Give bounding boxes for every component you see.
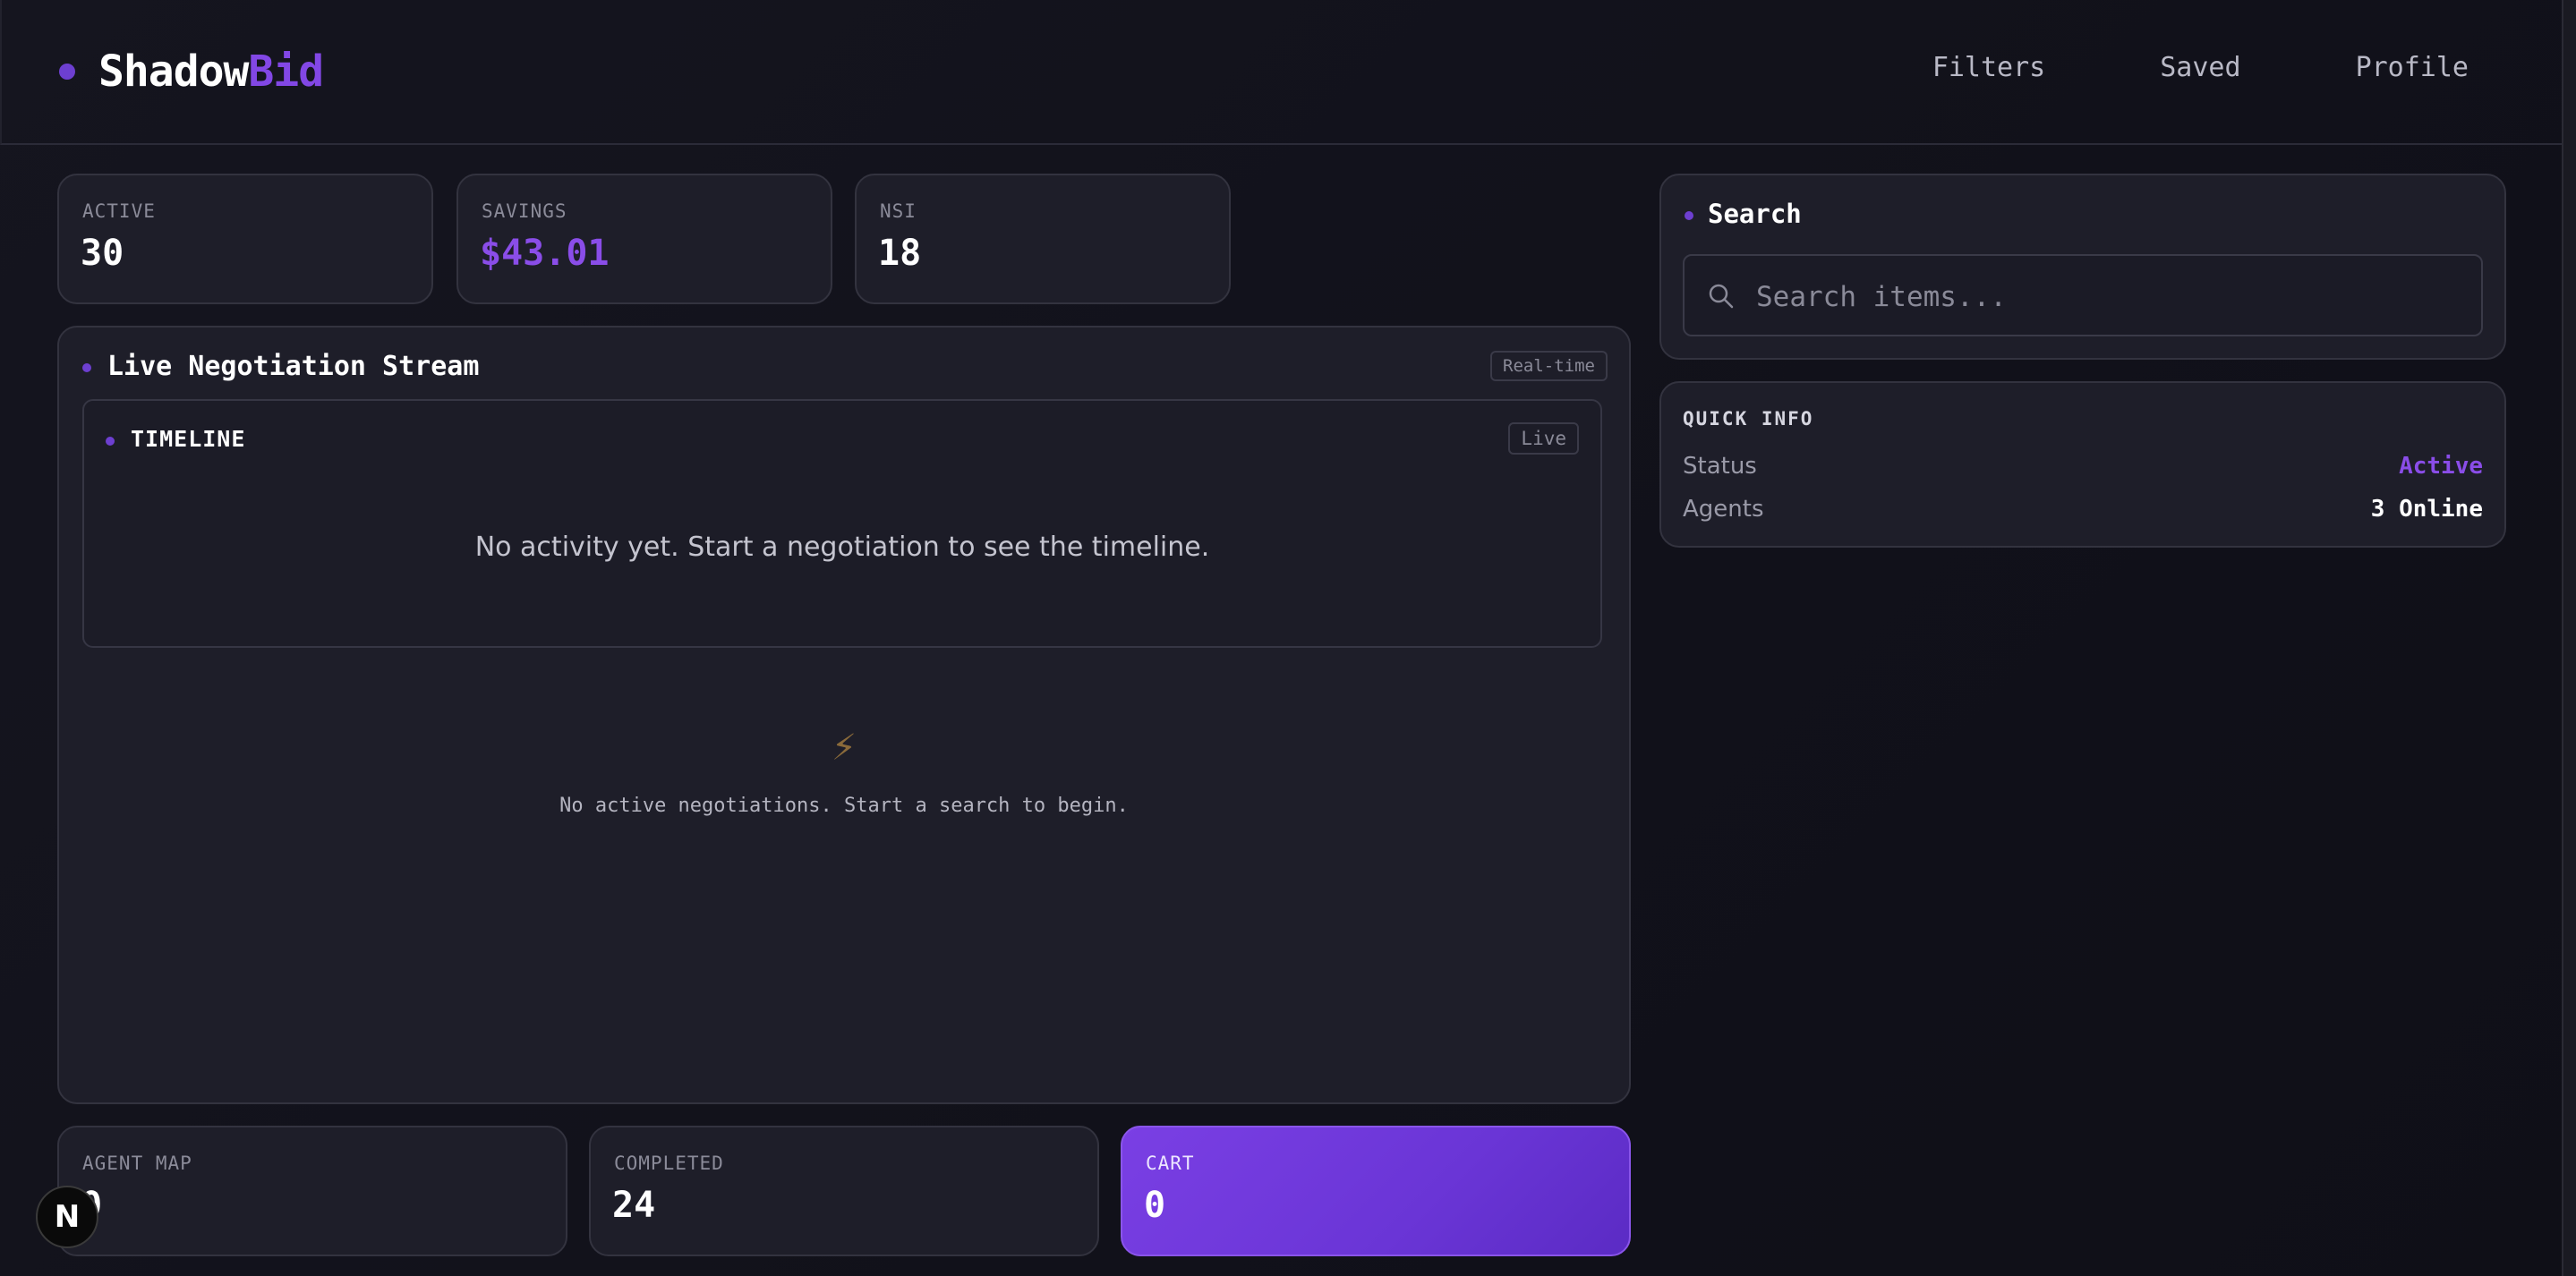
logo-text: ShadowBid: [98, 47, 324, 97]
stream-empty-message: No active negotiations. Start a search t…: [559, 795, 1129, 817]
main-nav: Filters Saved Profile: [1818, 52, 2469, 83]
brand-logo[interactable]: ShadowBid: [59, 47, 324, 97]
quick-info-panel: QUICK INFO Status Active Agents 3 Online: [1659, 381, 2506, 548]
quick-info-title: QUICK INFO: [1683, 408, 1814, 430]
timeline-empty-message: No activity yet. Start a negotiation to …: [474, 532, 1210, 563]
nextjs-badge-icon[interactable]: N: [36, 1186, 98, 1248]
stat-card-savings: SAVINGS $43.01: [456, 174, 832, 304]
quick-info-key: Status: [1683, 453, 1757, 480]
search-input[interactable]: Search items...: [1683, 254, 2483, 336]
nav-filters[interactable]: Filters: [1932, 52, 2045, 83]
realtime-tag: Real-time: [1490, 351, 1608, 381]
nav-saved[interactable]: Saved: [2160, 52, 2240, 83]
window-scrollbar[interactable]: [2562, 0, 2576, 1276]
agents-value: 3 Online: [2370, 496, 2483, 523]
panel-dot-icon: [82, 363, 91, 372]
quick-info-row-agents: Agents 3 Online: [1683, 496, 2483, 523]
stat-label: AGENT MAP: [82, 1153, 192, 1174]
status-value: Active: [2399, 453, 2483, 480]
stat-card-nsi: NSI 18: [855, 174, 1231, 304]
stat-value: $43.01: [480, 233, 610, 274]
stat-label: COMPLETED: [614, 1153, 724, 1174]
timeline-title: TIMELINE: [131, 426, 246, 452]
quick-info-key: Agents: [1683, 496, 1764, 523]
stat-value: 30: [81, 233, 124, 274]
stat-card-active: ACTIVE 30: [57, 174, 433, 304]
stat-value: 24: [612, 1185, 656, 1226]
top-header: ShadowBid Filters Saved Profile: [0, 0, 2562, 145]
stat-card-cart[interactable]: CART 0: [1121, 1126, 1631, 1256]
stat-label: NSI: [880, 200, 917, 222]
negotiation-stream-panel: Live Negotiation Stream Real-time TIMELI…: [57, 326, 1631, 1104]
badge-letter: N: [54, 1199, 81, 1235]
timeline-box: TIMELINE Live No activity yet. Start a n…: [82, 399, 1602, 648]
stat-value: 18: [878, 233, 922, 274]
stat-card-agent-map[interactable]: AGENT MAP 0: [57, 1126, 567, 1256]
stat-label: ACTIVE: [82, 200, 156, 222]
nav-profile[interactable]: Profile: [2356, 52, 2469, 83]
search-title: Search: [1708, 199, 1802, 229]
timeline-dot-icon: [106, 437, 115, 446]
stat-value: 0: [1144, 1185, 1166, 1226]
stat-label: SAVINGS: [482, 200, 567, 222]
stat-card-completed[interactable]: COMPLETED 24: [589, 1126, 1099, 1256]
panel-title: Live Negotiation Stream: [107, 351, 480, 382]
logo-main: Shadow: [98, 47, 249, 97]
search-panel: Search Search items...: [1659, 174, 2506, 360]
stat-label: CART: [1146, 1153, 1195, 1174]
live-tag: Live: [1508, 422, 1579, 455]
search-dot-icon: [1685, 211, 1693, 220]
search-placeholder: Search items...: [1756, 281, 2007, 313]
logo-dot-icon: [59, 64, 75, 80]
quick-info-row-status: Status Active: [1683, 453, 2483, 480]
lightning-icon: ⚡: [832, 721, 857, 770]
search-icon: [1709, 284, 1734, 309]
logo-accent: Bid: [248, 47, 324, 97]
